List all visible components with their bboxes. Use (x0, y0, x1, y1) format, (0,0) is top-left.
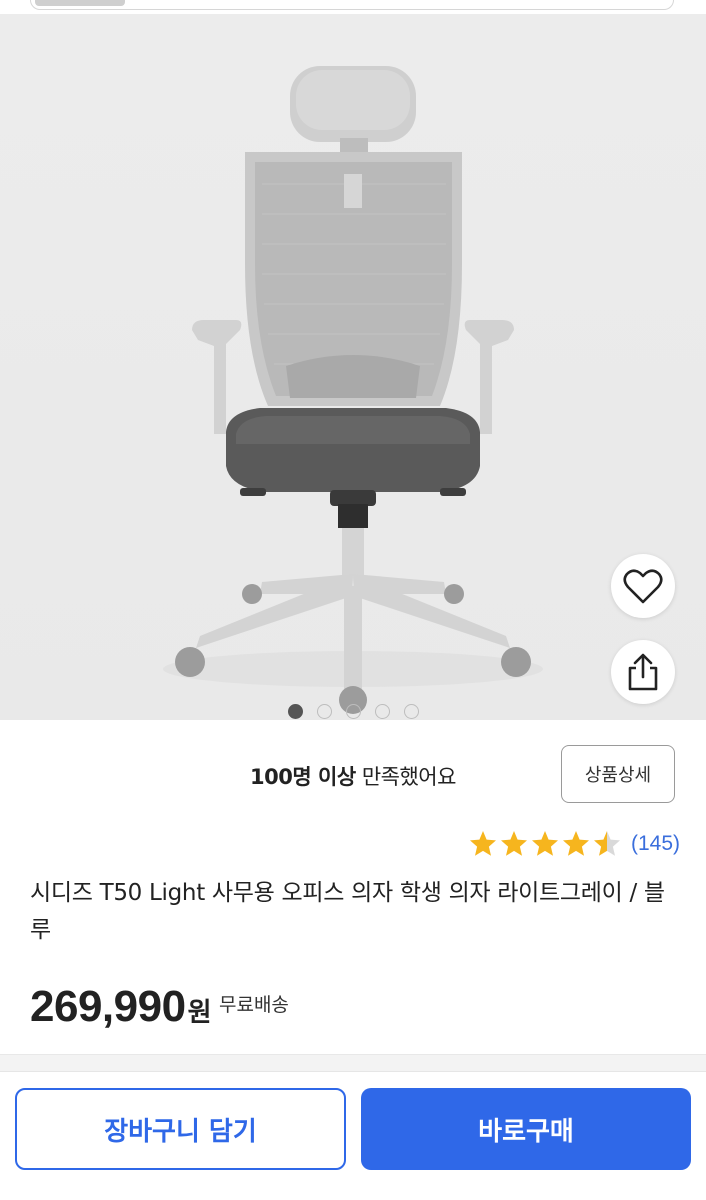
satisfaction-row: 100명 이상 만족했어요 상품상세 (0, 745, 706, 805)
carousel-indicators (0, 704, 706, 720)
rating[interactable]: (145) (469, 828, 680, 860)
star-icon (469, 831, 496, 856)
carousel-dot[interactable] (374, 704, 390, 719)
review-count[interactable]: (145) (631, 832, 680, 856)
shipping-info: 무료배송 (218, 994, 289, 1016)
add-to-cart-button[interactable]: 장바구니 담기 (15, 1088, 346, 1170)
top-partial-strip (0, 0, 706, 14)
carousel-dot[interactable] (403, 704, 419, 719)
previous-card-edge (30, 0, 674, 10)
satisfaction-count: 100명 이상 (250, 765, 356, 789)
buy-now-button[interactable]: 바로구매 (361, 1088, 691, 1170)
star-icon (500, 831, 527, 856)
section-divider (0, 1054, 706, 1072)
previous-thumbnail (35, 0, 125, 6)
heart-icon (623, 569, 663, 604)
product-title: 시디즈 T50 Light 사무용 오피스 의자 학생 의자 라이트그레이 / … (30, 880, 665, 943)
carousel-dot[interactable] (287, 704, 303, 719)
star-icon (593, 831, 620, 856)
product-detail-button[interactable]: 상품상세 (561, 745, 675, 803)
price-value: 269,990 (30, 982, 186, 1031)
satisfaction-label: 만족했어요 (355, 765, 457, 789)
share-button[interactable] (611, 640, 675, 704)
wishlist-button[interactable] (611, 554, 675, 618)
bottom-action-bar: 장바구니 담기 바로구매 (0, 1072, 706, 1200)
star-rating (469, 830, 621, 858)
product-image-carousel[interactable] (0, 14, 706, 720)
star-icon (562, 831, 589, 856)
chair-photo (163, 66, 543, 714)
share-icon (628, 653, 658, 691)
carousel-dot[interactable] (345, 704, 361, 719)
price-currency: 원 (187, 997, 212, 1027)
star-icon (531, 831, 558, 856)
carousel-dot[interactable] (316, 704, 332, 719)
price-row: 269,990 원 무료배송 (30, 982, 289, 1038)
